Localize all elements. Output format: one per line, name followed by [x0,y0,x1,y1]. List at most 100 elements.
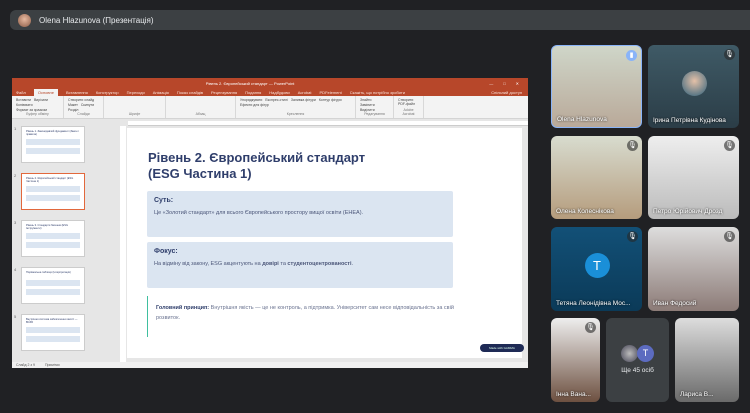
ribbon-button[interactable]: Створити слайд [68,98,94,102]
avatar [681,70,707,96]
mic-off-icon: 🎙 [627,140,638,151]
thumbnail-number: 3 [14,220,17,225]
slide-thumbnail[interactable]: Порівняльна таблиця (Інтерпретація) [21,267,85,304]
participant-tile[interactable]: Лариса В... [675,318,739,402]
thumbnail-block [26,280,80,286]
group-label: Буфер обміну [26,112,49,116]
text: . [351,261,354,267]
group-label: Шрифт [128,112,141,116]
thumbnail-block [26,139,80,145]
maximize-icon[interactable]: □ [503,81,505,86]
tab[interactable]: Надбудови [269,90,289,95]
ribbon-group: Вставити Вирізати Копіювати Формат за зразк… [12,96,64,118]
ribbon-button[interactable]: Скинути [81,103,94,107]
gamma-badge[interactable]: Made with GAMMA [480,344,524,352]
thumbnail-block [26,242,80,248]
quote-label: Головний принцип: [156,305,210,311]
participant-tile[interactable]: ▮ Olena Hlazunova [551,45,642,128]
slide-counter: Слайд 2 з 9 [16,363,35,367]
tell-me-search[interactable]: Скажіть, що потрібно зробити [350,90,405,95]
tab[interactable]: Показ слайдів [177,90,203,95]
tab[interactable]: Подання [245,90,261,95]
speaking-icon: ▮ [626,50,637,61]
tab[interactable]: Анімація [153,90,169,95]
slide-thumbnail[interactable]: Рівень 2. Європейський стандарт (ESG Час… [21,173,85,210]
ribbon-button[interactable]: Копіювати [16,103,33,107]
participant-name: Лариса В... [680,391,714,398]
participant-tile[interactable]: 🎙 Петро Юрійович Дрозд [648,136,739,219]
participant-name: Иван Федосий [653,300,697,307]
ribbon-button[interactable]: Експрес-стилі [265,98,288,102]
bold-text: довірі [262,261,279,267]
window-title: Рівень 2. Європейський стандарт — PowerP… [205,80,295,86]
slide-canvas: Рівень 2. Європейський стандарт (ESG Час… [127,128,524,358]
tab[interactable]: Переходи [127,90,145,95]
participant-name: Тетяна Леонідівна Мос... [556,300,631,307]
thumbnail-title: Рівень 2. Європейський стандарт (ESG Час… [26,177,74,183]
thumbnail-block [26,233,80,239]
thumbnail-block [26,327,80,333]
avatar [621,345,638,362]
slide-thumbnail[interactable]: Рівень 3. Стандарти бачення (ESG Інструм… [21,220,85,257]
notes-button[interactable]: Примітки [45,363,60,367]
ribbon-button[interactable]: Контур фігури [319,98,342,102]
participant-tile[interactable]: 🎙 Иван Федосий [648,227,739,311]
slide-thumbnails: 1 Рівень 1. Законодавчий фундамент (Закон… [12,122,118,362]
ribbon-button[interactable]: Вирізати [34,98,48,102]
share-button[interactable]: Спільний доступ [491,90,522,95]
ribbon-group: Абзац [166,96,236,118]
box-heading: Суть: [154,197,174,204]
participant-tile[interactable]: 🎙 Олена Колеснікова [551,136,642,219]
ribbon-tabs: Файл Основне Вставлення Конструктор Переходи… [12,88,528,96]
participant-name: Олена Колеснікова [556,208,614,215]
box-text: Це «Золотий стандарт» для всього Європей… [154,210,364,216]
ribbon-group: Шрифт [104,96,166,118]
participant-tile[interactable]: 🎙 Ірина Петрівна Кудінова [648,45,739,128]
tab[interactable]: Рецензування [211,90,237,95]
ribbon-group: Створити слайд Макет Скинути Розділ Слайди [64,96,104,118]
title-bar: Рівень 2. Європейський стандарт — PowerP… [12,78,528,88]
tab[interactable]: Файл [16,90,26,95]
group-label: Абзац [195,112,206,116]
ribbon-group: Знайти Замінити Виділити Редагування [356,96,394,118]
participant-initial: T [584,253,610,278]
minimize-icon[interactable]: — [489,81,493,86]
participant-initial: T [637,345,654,362]
ribbon-button[interactable]: Замінити [360,103,375,107]
thumbnail-title: Рівень 1. Законодавчий фундамент (Закон … [26,130,79,136]
thumbnail-block [26,195,80,201]
participant-name: Петро Юрійович Дрозд [653,208,723,215]
thumbnail-block [26,148,80,154]
thumbnail-number: 1 [14,126,17,131]
horizontal-ruler [128,121,528,126]
participant-name: Ірина Петрівна Кудінова [653,117,726,124]
participant-tile[interactable]: T 🎙 Тетяна Леонідівна Мос... [551,227,642,311]
thumbnail-number: 5 [14,314,17,319]
ribbon-group: Упорядкувати Експрес-стилі Заливка фігури К… [236,96,356,118]
close-icon[interactable]: ✕ [516,81,519,86]
participant-tile[interactable]: 🎙 Інна Вана... [551,318,600,402]
ribbon-button[interactable]: Ефекти для фігур [240,103,269,107]
essence-box: Суть: Це «Золотий стандарт» для всього Є… [147,191,453,237]
slide-thumbnail[interactable]: Внутрішня система забезпечення якості — … [21,314,85,351]
tab[interactable]: Вставлення [66,90,88,95]
ribbon-button[interactable]: Заливка фігури [291,98,316,102]
tab[interactable]: Конструктор [96,90,119,95]
avatar [18,13,31,27]
tab[interactable]: Acrobat [298,90,312,95]
ribbon-button[interactable]: Макет [68,103,78,107]
slide-title: Рівень 2. Європейський стандарт (ESG Час… [148,150,365,182]
ribbon-button[interactable]: Вставити [16,98,31,102]
group-label: Слайди [77,112,90,116]
slide-thumbnail[interactable]: Рівень 1. Законодавчий фундамент (Закон … [21,126,85,163]
ribbon-button[interactable]: Упорядкувати [240,98,262,102]
ribbon-button[interactable]: Створити PDF-файл [398,98,419,106]
tab[interactable]: PDFelement [320,90,342,95]
principle-quote: Головний принцип: Внутрішня якість — це … [147,296,467,337]
group-label: Креслення [286,112,305,116]
more-participants-tile[interactable]: T Ще 45 осіб [606,318,669,402]
ribbon-button[interactable]: Знайти [360,98,372,102]
tab[interactable]: Основне [33,88,58,96]
ribbon: Вставити Вирізати Копіювати Формат за зразк… [12,96,528,119]
title-line: Рівень 2. Європейський стандарт [148,150,366,165]
